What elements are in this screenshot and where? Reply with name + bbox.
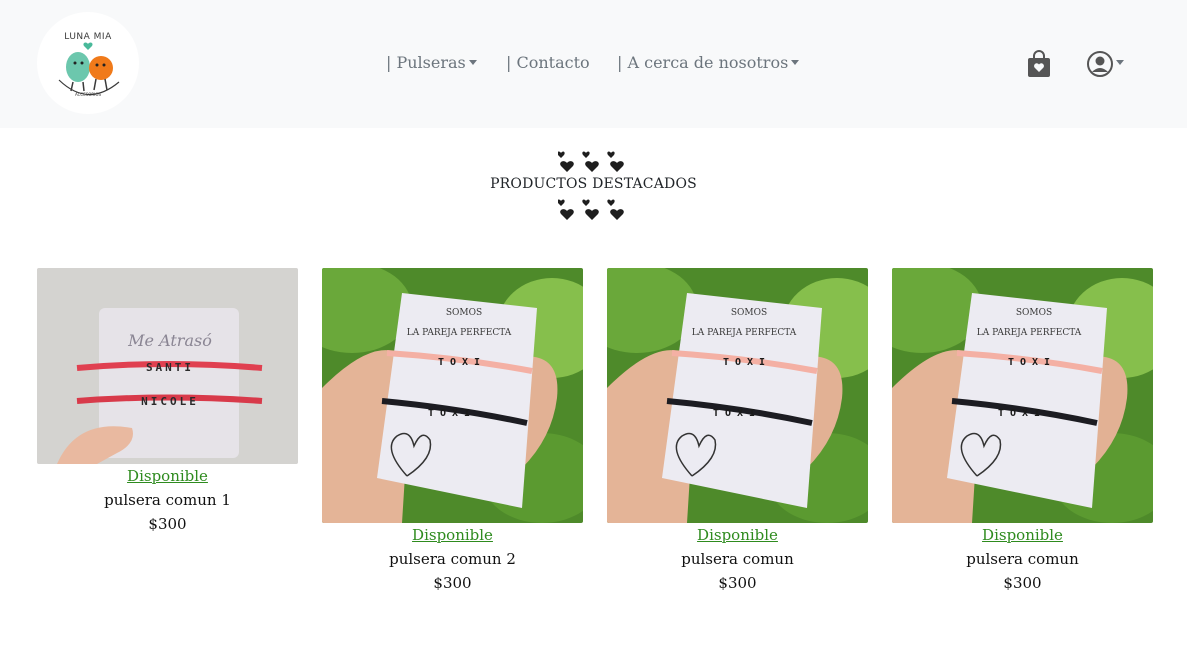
user-menu[interactable] [1087, 50, 1127, 78]
logo-mascots-icon: ACCESORIOS [58, 42, 120, 97]
nav-pulseras[interactable]: | Pulseras [386, 53, 477, 72]
availability-link[interactable]: Disponible [37, 466, 298, 486]
bead-text: TOXI [998, 408, 1046, 419]
brand-tagline: ACCESORIOS [75, 92, 102, 97]
card-print-text: LA PAREJA PERFECTA [977, 328, 1082, 338]
product-name: pulsera comun [681, 550, 794, 568]
product-price: $300 [718, 574, 757, 592]
chevron-down-icon [1116, 60, 1124, 65]
user-circle-icon [1087, 51, 1113, 77]
product-image[interactable]: SOMOS LA PAREJA PERFECTA TOXI TOXI [892, 268, 1153, 523]
availability-link[interactable]: Disponible [892, 525, 1153, 545]
navbar: ACCESORIOS LUNA MIA | Pulseras | Contact… [0, 0, 1187, 128]
availability-link[interactable]: Disponible [322, 525, 583, 545]
hearts-icon [557, 151, 624, 172]
hearts-decoration-top [0, 148, 1187, 179]
bead-text: TOXI [723, 357, 771, 368]
product-name: pulsera comun [966, 550, 1079, 568]
product-card: SOMOS LA PAREJA PERFECTA TOXI TOXI Dispo… [892, 268, 1153, 593]
chevron-down-icon [468, 60, 477, 65]
chevron-down-icon [791, 60, 800, 65]
card-print-text: LA PAREJA PERFECTA [692, 328, 797, 338]
shopping-bag-heart-icon[interactable] [1027, 50, 1051, 82]
card-print-text: Me Atrasó [127, 331, 212, 350]
product-card: SOMOS LA PAREJA PERFECTA TOXI TOXI Dispo… [607, 268, 868, 593]
hearts-icon [557, 199, 624, 220]
nav-acerca-label: | A cerca de nosotros [617, 53, 789, 72]
product-image[interactable]: Me Atrasó SANTI NICOLE [37, 268, 298, 464]
card-print-text: LA PAREJA PERFECTA [407, 328, 512, 338]
product-image[interactable]: SOMOS LA PAREJA PERFECTA TOXI TOXI [322, 268, 583, 523]
product-name: pulsera comun 1 [104, 491, 231, 509]
bead-text: TOXI [428, 408, 476, 419]
card-print-text: SOMOS [1016, 308, 1052, 318]
product-price: $300 [148, 515, 187, 533]
bead-text: TOXI [1008, 357, 1056, 368]
brand-logo[interactable]: ACCESORIOS LUNA MIA [37, 12, 139, 114]
card-print-text: SOMOS [731, 308, 767, 318]
featured-title: PRODUCTOS DESTACADOS [490, 176, 697, 192]
bead-text: TOXI [713, 408, 761, 419]
availability-link[interactable]: Disponible [607, 525, 868, 545]
nav-acerca[interactable]: | A cerca de nosotros [617, 53, 800, 72]
bead-text: TOXI [438, 357, 486, 368]
nav-contacto[interactable]: | Contacto [506, 53, 590, 72]
product-price: $300 [1003, 574, 1042, 592]
product-price: $300 [433, 574, 472, 592]
product-image[interactable]: SOMOS LA PAREJA PERFECTA TOXI TOXI [607, 268, 868, 523]
bead-text: NICOLE [141, 395, 199, 408]
bead-text: SANTI [146, 361, 194, 374]
brand-name: LUNA MIA [64, 32, 112, 42]
product-name: pulsera comun 2 [389, 550, 516, 568]
product-card: SOMOS LA PAREJA PERFECTA TOXI TOXI Dispo… [322, 268, 583, 593]
product-card: Me Atrasó SANTI NICOLE Disponible pulser… [37, 268, 298, 534]
nav-contacto-label: | Contacto [506, 53, 590, 72]
card-print-text: SOMOS [446, 308, 482, 318]
nav-pulseras-label: | Pulseras [386, 53, 466, 72]
hearts-decoration-bottom [0, 196, 1187, 227]
